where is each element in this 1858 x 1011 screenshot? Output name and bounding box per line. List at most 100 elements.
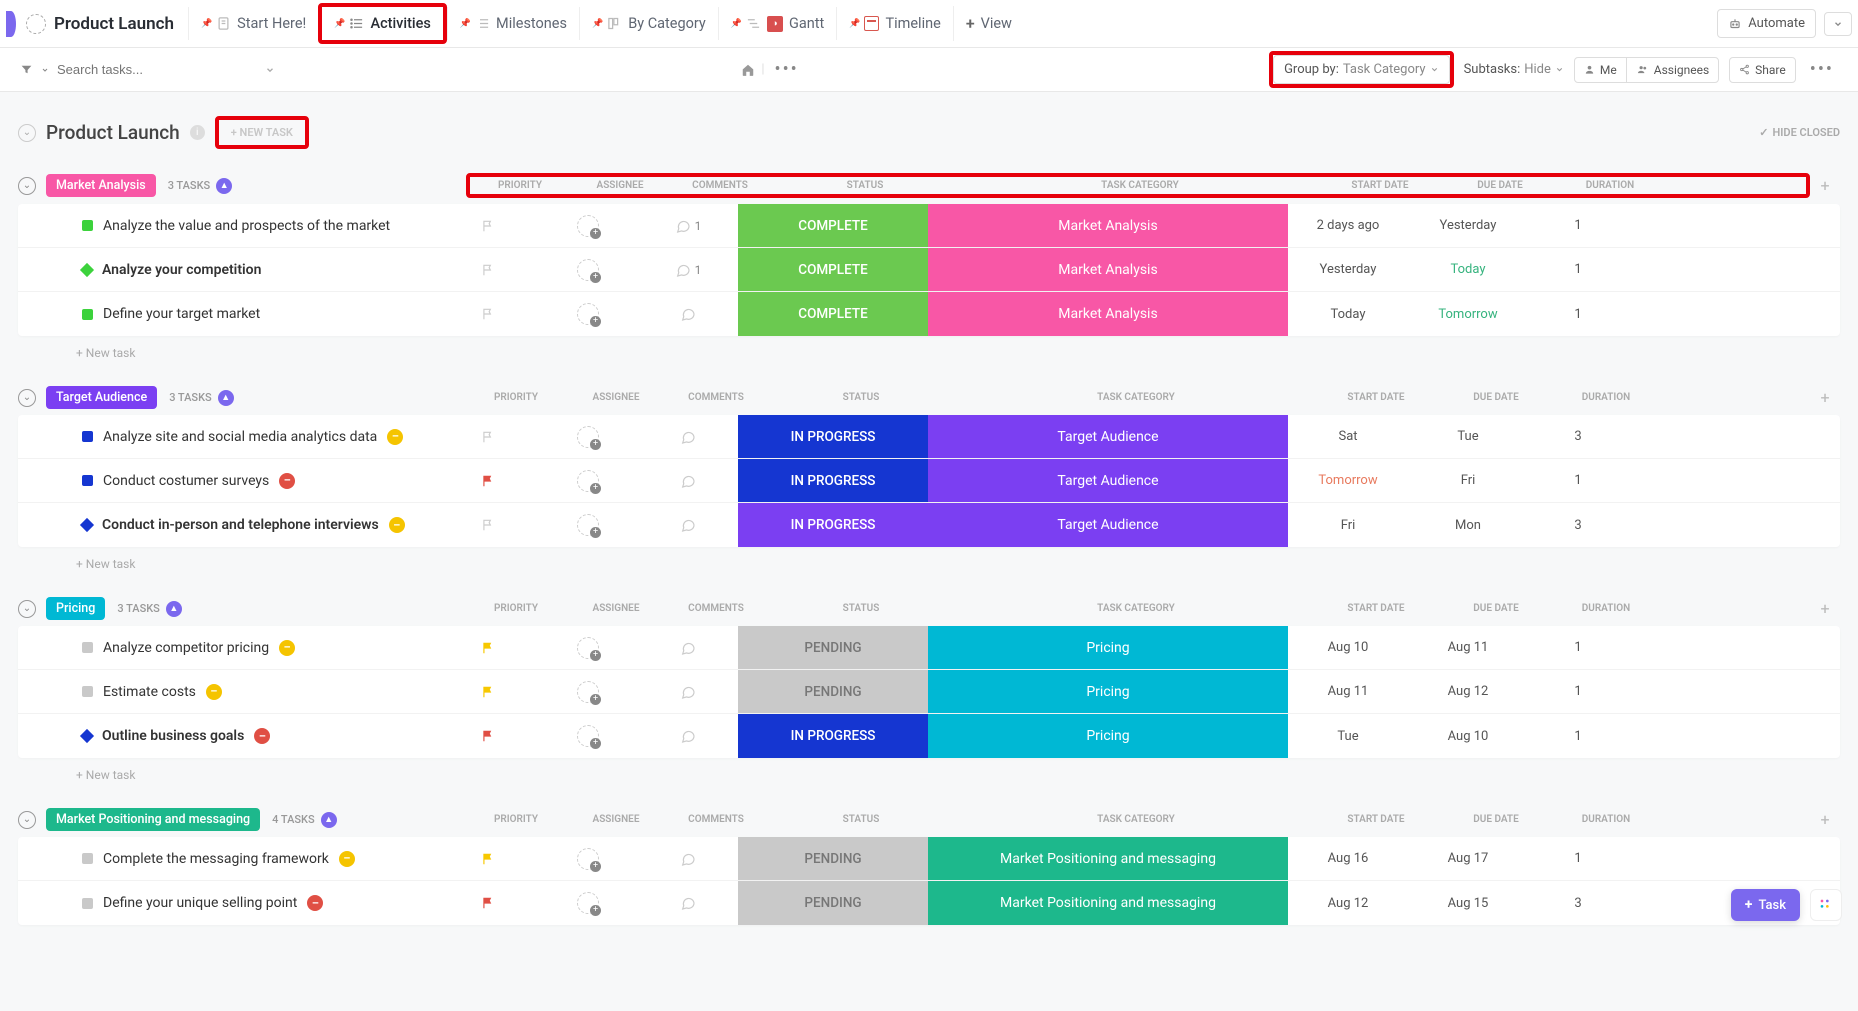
due-date[interactable]: Aug 12 bbox=[1408, 684, 1528, 699]
col-start[interactable]: START DATE bbox=[1316, 603, 1436, 614]
view-gantt[interactable]: 📌 ◑ Gantt bbox=[718, 7, 836, 40]
task-row[interactable]: Complete the messaging framework–PENDING… bbox=[18, 837, 1840, 881]
col-comments[interactable]: COMMENTS bbox=[666, 392, 766, 403]
assignee-icon[interactable] bbox=[577, 637, 599, 659]
add-column[interactable]: + bbox=[1810, 388, 1840, 407]
col-category[interactable]: TASK CATEGORY bbox=[956, 814, 1316, 825]
flag-icon[interactable] bbox=[481, 685, 495, 699]
col-start[interactable]: START DATE bbox=[1316, 814, 1436, 825]
col-assignee[interactable]: ASSIGNEE bbox=[570, 180, 670, 191]
col-comments[interactable]: COMMENTS bbox=[666, 814, 766, 825]
col-due[interactable]: DUE DATE bbox=[1436, 603, 1556, 614]
task-row[interactable]: Define your target marketCOMPLETEMarket … bbox=[18, 292, 1840, 336]
task-row[interactable]: Estimate costs–PENDINGPricingAug 11Aug 1… bbox=[18, 670, 1840, 714]
col-due[interactable]: DUE DATE bbox=[1436, 392, 1556, 403]
task-row[interactable]: Conduct costumer surveys–IN PROGRESSTarg… bbox=[18, 459, 1840, 503]
comment-icon[interactable] bbox=[680, 429, 696, 445]
status-cell[interactable]: IN PROGRESS bbox=[738, 415, 928, 458]
flag-icon[interactable] bbox=[481, 474, 495, 488]
sort-badge[interactable]: ▲ bbox=[166, 601, 182, 617]
start-date[interactable]: Aug 16 bbox=[1288, 851, 1408, 866]
view-add[interactable]: + View bbox=[953, 6, 1024, 41]
view-activities[interactable]: 📌 Activities bbox=[322, 7, 443, 40]
status-cell[interactable]: PENDING bbox=[738, 837, 928, 880]
duration[interactable]: 3 bbox=[1528, 518, 1628, 533]
due-date[interactable]: Aug 10 bbox=[1408, 729, 1528, 744]
due-date[interactable]: Aug 15 bbox=[1408, 896, 1528, 911]
assignee-icon[interactable] bbox=[577, 848, 599, 870]
assignee-icon[interactable] bbox=[577, 892, 599, 914]
flag-icon[interactable] bbox=[481, 729, 495, 743]
comment-icon[interactable] bbox=[680, 640, 696, 656]
list-expand[interactable]: ⌄ bbox=[18, 124, 36, 142]
category-cell[interactable]: Target Audience bbox=[928, 459, 1288, 502]
due-date[interactable]: Yesterday bbox=[1408, 218, 1528, 233]
col-category[interactable]: TASK CATEGORY bbox=[956, 603, 1316, 614]
add-column[interactable]: + bbox=[1810, 176, 1840, 195]
automate-chevron[interactable] bbox=[1824, 12, 1852, 36]
category-cell[interactable]: Target Audience bbox=[928, 415, 1288, 458]
status-cell[interactable]: COMPLETE bbox=[738, 204, 928, 247]
category-cell[interactable]: Market Positioning and messaging bbox=[928, 881, 1288, 925]
flag-icon[interactable] bbox=[481, 852, 495, 866]
comment-icon[interactable] bbox=[680, 851, 696, 867]
col-priority[interactable]: PRIORITY bbox=[466, 392, 566, 403]
assignee-icon[interactable] bbox=[577, 426, 599, 448]
due-date[interactable]: Today bbox=[1408, 262, 1528, 277]
new-task-row[interactable]: + New task bbox=[18, 336, 1840, 362]
col-start[interactable]: START DATE bbox=[1320, 180, 1440, 191]
task-row[interactable]: Conduct in-person and telephone intervie… bbox=[18, 503, 1840, 547]
group-expand[interactable]: ⌄ bbox=[18, 389, 36, 407]
col-assignee[interactable]: ASSIGNEE bbox=[566, 814, 666, 825]
search-input[interactable] bbox=[57, 62, 197, 77]
start-date[interactable]: Sat bbox=[1288, 429, 1408, 444]
col-status[interactable]: STATUS bbox=[766, 392, 956, 403]
due-date[interactable]: Tue bbox=[1408, 429, 1528, 444]
hide-closed-button[interactable]: ✓ HIDE CLOSED bbox=[1759, 126, 1840, 139]
sort-badge[interactable]: ▲ bbox=[321, 812, 337, 828]
add-column[interactable]: + bbox=[1810, 810, 1840, 829]
duration[interactable]: 1 bbox=[1528, 851, 1628, 866]
flag-icon[interactable] bbox=[481, 219, 495, 233]
priority-tag-icon[interactable]: – bbox=[206, 684, 222, 700]
task-row[interactable]: Define your unique selling point–PENDING… bbox=[18, 881, 1840, 925]
duration[interactable]: 3 bbox=[1528, 896, 1628, 911]
due-date[interactable]: Aug 11 bbox=[1408, 640, 1528, 655]
assignee-icon[interactable] bbox=[577, 303, 599, 325]
col-duration[interactable]: DURATION bbox=[1556, 392, 1656, 403]
group-pill[interactable]: Market Analysis bbox=[46, 174, 156, 197]
col-status[interactable]: STATUS bbox=[766, 603, 956, 614]
flag-icon[interactable] bbox=[481, 263, 495, 277]
view-start-here[interactable]: 📌 Start Here! bbox=[188, 7, 318, 40]
due-date[interactable]: Mon bbox=[1408, 518, 1528, 533]
status-cell[interactable]: PENDING bbox=[738, 881, 928, 925]
start-date[interactable]: Aug 10 bbox=[1288, 640, 1408, 655]
duration[interactable]: 1 bbox=[1528, 729, 1628, 744]
assignee-icon[interactable] bbox=[577, 215, 599, 237]
comment-icon[interactable]: 1 bbox=[675, 218, 702, 234]
col-assignee[interactable]: ASSIGNEE bbox=[566, 603, 666, 614]
priority-tag-icon[interactable]: – bbox=[339, 851, 355, 867]
col-duration[interactable]: DURATION bbox=[1560, 180, 1660, 191]
task-row[interactable]: Analyze site and social media analytics … bbox=[18, 415, 1840, 459]
duration[interactable]: 1 bbox=[1528, 473, 1628, 488]
col-start[interactable]: START DATE bbox=[1316, 392, 1436, 403]
group-pill[interactable]: Market Positioning and messaging bbox=[46, 808, 260, 831]
priority-tag-icon[interactable]: – bbox=[389, 517, 405, 533]
col-priority[interactable]: PRIORITY bbox=[466, 814, 566, 825]
col-priority[interactable]: PRIORITY bbox=[466, 603, 566, 614]
flag-icon[interactable] bbox=[481, 430, 495, 444]
comment-icon[interactable] bbox=[680, 306, 696, 322]
float-apps-button[interactable] bbox=[1810, 889, 1842, 921]
home-icon[interactable] bbox=[741, 63, 755, 77]
groupby-selector[interactable]: Group by: Task Category bbox=[1273, 55, 1449, 84]
col-category[interactable]: TASK CATEGORY bbox=[960, 180, 1320, 191]
assignee-icon[interactable] bbox=[577, 514, 599, 536]
task-row[interactable]: Analyze competitor pricing–PENDINGPricin… bbox=[18, 626, 1840, 670]
duration[interactable]: 3 bbox=[1528, 429, 1628, 444]
chevron-down-icon[interactable] bbox=[41, 66, 49, 74]
duration[interactable]: 1 bbox=[1528, 640, 1628, 655]
task-row[interactable]: Outline business goals–IN PROGRESSPricin… bbox=[18, 714, 1840, 758]
priority-tag-icon[interactable]: – bbox=[254, 728, 270, 744]
group-pill[interactable]: Pricing bbox=[46, 597, 105, 620]
